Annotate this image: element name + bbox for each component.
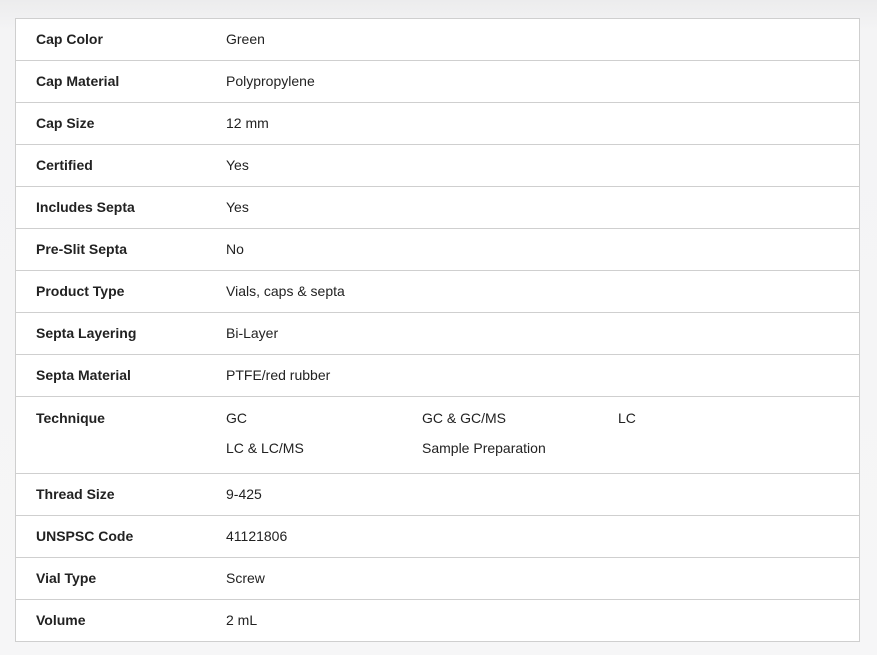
spec-value: Yes [226, 157, 249, 173]
table-row-product-type: Product Type Vials, caps & septa [16, 271, 859, 313]
spec-value: No [226, 241, 244, 257]
table-row-vial-type: Vial Type Screw [16, 558, 859, 600]
table-row-septa-material: Septa Material PTFE/red rubber [16, 355, 859, 397]
spec-label: Product Type [36, 283, 125, 299]
spec-label: Includes Septa [36, 199, 135, 215]
spec-value: Polypropylene [226, 73, 315, 89]
technique-value: GC [226, 410, 247, 426]
spec-value: 12 mm [226, 115, 269, 131]
spec-value: PTFE/red rubber [226, 367, 331, 383]
spec-value: Bi-Layer [226, 325, 279, 341]
spec-label: Pre-Slit Septa [36, 241, 128, 257]
spec-label: Septa Material [36, 367, 131, 383]
table-row-volume: Volume 2 mL [16, 600, 859, 641]
table-row-cap-material: Cap Material Polypropylene [16, 61, 859, 103]
spec-label: Cap Size [36, 115, 95, 131]
spec-value: Green [226, 31, 265, 47]
technique-value: LC & LC/MS [226, 440, 304, 456]
spec-value: 9-425 [226, 486, 262, 502]
spec-value: Yes [226, 199, 249, 215]
table-row-certified: Certified Yes [16, 145, 859, 187]
table-row-cap-size: Cap Size 12 mm [16, 103, 859, 145]
spec-value: 41121806 [226, 528, 288, 544]
table-row-septa-layering: Septa Layering Bi-Layer [16, 313, 859, 355]
table-row-cap-color: Cap Color Green [16, 19, 859, 61]
spec-value: Vials, caps & septa [226, 283, 345, 299]
spec-value: Screw [226, 570, 265, 586]
technique-value: LC [618, 410, 636, 426]
spec-label: Volume [36, 612, 86, 628]
table-row-thread-size: Thread Size 9-425 [16, 474, 859, 516]
spec-value: 2 mL [226, 612, 258, 628]
spec-label: Septa Layering [36, 325, 137, 341]
technique-value: Sample Preparation [422, 440, 546, 456]
table-row-unspsc-code: UNSPSC Code 41121806 [16, 516, 859, 558]
table-row-pre-slit-septa: Pre-Slit Septa No [16, 229, 859, 271]
spec-label: Cap Material [36, 73, 120, 89]
specifications-table: Cap Color Green Cap Material Polypropyle… [15, 18, 860, 642]
technique-value: GC & GC/MS [422, 410, 507, 426]
technique-values: GC GC & GC/MS LC LC & LC/MS Sample Prepa… [226, 397, 859, 473]
spec-label: Technique [36, 410, 105, 426]
spec-label: Vial Type [36, 570, 97, 586]
spec-label: UNSPSC Code [36, 528, 134, 544]
table-row-includes-septa: Includes Septa Yes [16, 187, 859, 229]
spec-label: Certified [36, 157, 93, 173]
spec-label: Cap Color [36, 31, 103, 47]
table-row-technique: Technique GC GC & GC/MS LC LC & LC/MS Sa… [16, 397, 859, 474]
spec-label: Thread Size [36, 486, 115, 502]
